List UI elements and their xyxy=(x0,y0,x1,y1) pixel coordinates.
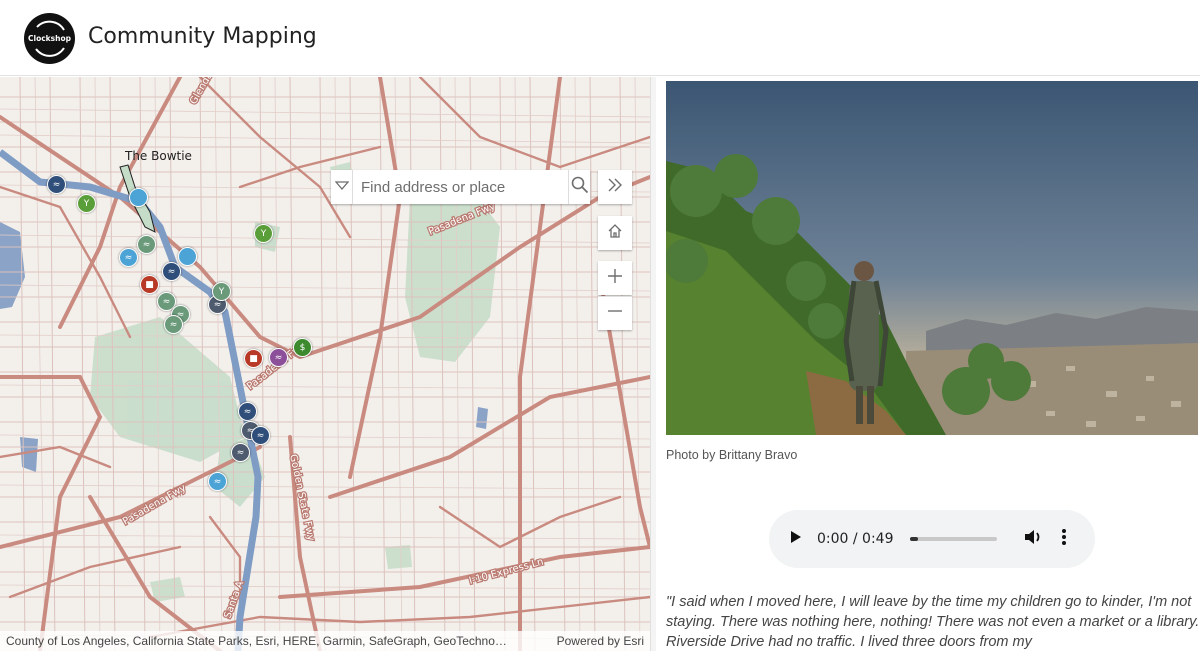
place-label: The Bowtie xyxy=(125,149,192,163)
plus-icon xyxy=(606,267,624,290)
map-marker[interactable]: ≈ xyxy=(47,175,66,194)
attribution-text[interactable]: County of Los Angeles, California State … xyxy=(6,634,507,648)
collapse-panel-button[interactable] xyxy=(598,170,632,204)
map-marker[interactable] xyxy=(178,247,197,266)
home-button[interactable] xyxy=(598,216,632,250)
map-marker[interactable] xyxy=(129,188,148,207)
story-photo xyxy=(666,81,1198,435)
audio-progress-bar[interactable] xyxy=(909,537,997,541)
app-title: Community Mapping xyxy=(88,24,317,49)
map-marker[interactable]: ≈ xyxy=(119,248,138,267)
map-view[interactable]: Pasadena Fwy Pasadena Fwy Pasadena Fwy G… xyxy=(0,77,650,651)
map-marker[interactable]: Y xyxy=(254,224,273,243)
search-widget xyxy=(331,170,590,204)
search-input[interactable] xyxy=(353,171,568,203)
zoom-in-button[interactable] xyxy=(598,261,632,295)
map-marker[interactable]: ≈ xyxy=(231,443,250,462)
map-marker[interactable]: ≈ xyxy=(164,315,183,334)
audio-progress-fill xyxy=(909,537,919,541)
home-icon xyxy=(607,223,623,244)
map-marker[interactable]: $ xyxy=(293,338,312,357)
map-marker[interactable]: ≈ xyxy=(162,262,181,281)
story-panel: Photo by Brittany Bravo 0:00 / 0:49 "I s… xyxy=(656,77,1200,651)
powered-by-esri[interactable]: Powered by Esri xyxy=(557,634,644,648)
more-options-icon[interactable] xyxy=(1061,528,1067,551)
zoom-out-button[interactable] xyxy=(598,296,632,330)
search-button[interactable] xyxy=(568,170,590,204)
volume-icon[interactable] xyxy=(1023,528,1043,551)
app-header: Clockshop Community Mapping xyxy=(0,0,1200,76)
search-icon xyxy=(571,176,589,199)
search-source-dropdown[interactable] xyxy=(331,170,353,204)
map-marker[interactable]: ■ xyxy=(140,275,159,294)
map-marker[interactable]: Y xyxy=(212,282,231,301)
map-marker[interactable]: ■ xyxy=(244,349,263,368)
map-marker[interactable]: ≈ xyxy=(238,402,257,421)
play-icon[interactable] xyxy=(789,529,803,550)
photo-caption: Photo by Brittany Bravo xyxy=(666,448,798,462)
map-marker[interactable]: ≈ xyxy=(208,472,227,491)
map-attribution: County of Los Angeles, California State … xyxy=(0,631,650,651)
double-chevron-right-icon xyxy=(607,178,623,197)
clockshop-logo[interactable]: Clockshop xyxy=(24,13,75,64)
map-marker[interactable]: ≈ xyxy=(251,426,270,445)
photo-image xyxy=(666,81,1198,435)
chevron-down-icon xyxy=(334,178,349,196)
map-marker[interactable]: ≈ xyxy=(137,235,156,254)
map-marker[interactable]: ≈ xyxy=(269,348,288,367)
logo-text: Clockshop xyxy=(28,34,71,43)
basemap: Pasadena Fwy Pasadena Fwy Pasadena Fwy G… xyxy=(0,77,650,651)
map-marker[interactable]: Y xyxy=(77,194,96,213)
story-quote: "I said when I moved here, I will leave … xyxy=(666,594,1200,650)
audio-time: 0:00 / 0:49 xyxy=(817,531,894,547)
minus-icon xyxy=(606,302,624,325)
audio-player: 0:00 / 0:49 xyxy=(769,510,1095,568)
